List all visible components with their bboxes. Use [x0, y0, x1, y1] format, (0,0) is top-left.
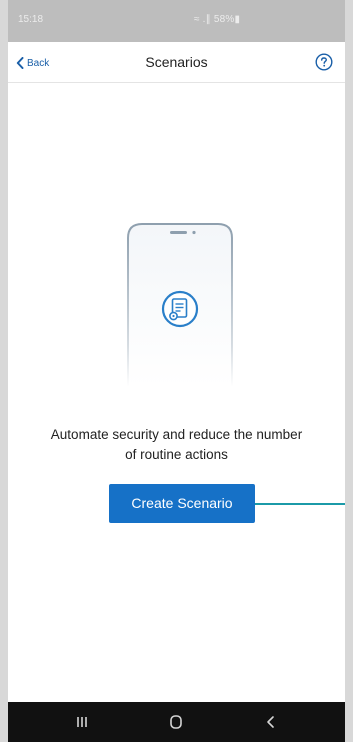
status-indicators: ≈ .∥ 58%▮ — [194, 14, 241, 25]
app-screen: 15:18 ≈ .∥ 58%▮ Back Scenarios Automate … — [8, 0, 345, 742]
status-time: 15:18 — [18, 14, 44, 25]
navigation-bar: Back Scenarios — [8, 42, 345, 83]
empty-state-message: Automate security and reduce the number … — [8, 425, 345, 465]
system-back-button[interactable] — [261, 712, 281, 732]
home-button[interactable] — [166, 712, 186, 732]
status-bar: 15:18 ≈ .∥ 58%▮ — [8, 0, 345, 42]
home-icon — [170, 715, 182, 729]
phone-illustration — [126, 222, 234, 387]
help-button[interactable] — [315, 53, 333, 71]
scenario-document-gear-icon — [161, 290, 199, 328]
create-scenario-button[interactable]: Create Scenario — [109, 484, 255, 523]
message-line-1: Automate security and reduce the number — [50, 427, 303, 442]
callout-pointer-line — [255, 503, 345, 505]
page-title: Scenarios — [145, 54, 208, 70]
help-circle-icon — [315, 53, 333, 71]
system-navigation-bar — [8, 702, 345, 742]
back-chevron-icon — [267, 716, 274, 728]
recent-apps-icon — [77, 717, 87, 727]
recent-apps-button[interactable] — [72, 712, 92, 732]
message-line-2: of routine actions — [125, 447, 228, 462]
